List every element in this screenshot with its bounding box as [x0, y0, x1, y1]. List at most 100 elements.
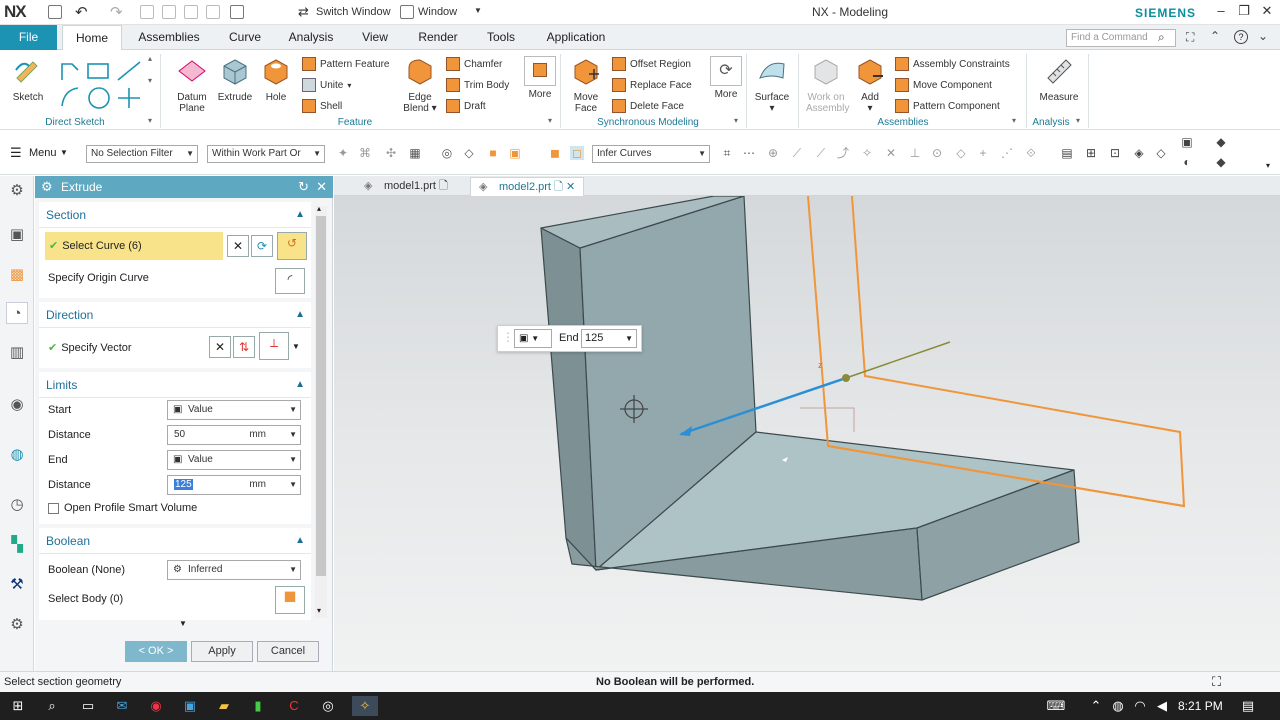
add-component-button[interactable]: Add ▾ [850, 56, 890, 114]
selection-scope-select[interactable]: Within Work Part Or ▼ [207, 145, 325, 163]
extrude-button[interactable]: Extrude [215, 56, 255, 103]
copy-icon[interactable] [162, 5, 176, 19]
chamfer-button[interactable]: Chamfer [446, 55, 509, 73]
sketch-button[interactable]: Sketch [8, 56, 48, 103]
work-on-assembly-button[interactable]: Work on Assembly [806, 56, 849, 114]
switch-window-button[interactable]: Switch Window [316, 6, 391, 18]
zoom-icon[interactable]: ⊡ [1108, 146, 1122, 160]
help-icon[interactable]: ? [1234, 30, 1248, 44]
end-option-select[interactable]: ▣ Value ▼ [167, 450, 301, 470]
shell-button[interactable]: Shell [302, 97, 389, 115]
boolean-header[interactable]: Boolean ▲ [39, 528, 311, 554]
more-snap-icon[interactable]: ⋯ [742, 146, 756, 160]
search-icon[interactable]: ⌕ [42, 696, 62, 716]
windows-start-icon[interactable]: ⊞ [8, 696, 28, 716]
store-icon[interactable]: ▣ [180, 696, 200, 716]
chrome-icon[interactable]: ◉ [146, 696, 166, 716]
chevron-down-icon[interactable]: ⌄ [1258, 29, 1268, 43]
curve-rule-select[interactable]: Infer Curves ▼ [592, 145, 710, 163]
start-distance-input[interactable]: 50 mm ▼ [167, 425, 301, 445]
select-type-icon[interactable]: ⌘ [358, 146, 372, 160]
close-icon[interactable]: ✕ [566, 181, 575, 193]
origin-curve-icon[interactable]: ◜ [275, 268, 305, 294]
trim-body-button[interactable]: Trim Body [446, 76, 509, 94]
chevron-down-icon[interactable]: ▼ [60, 148, 68, 157]
intersection-icon[interactable]: ✕ [884, 146, 898, 160]
minimize-button[interactable]: – [1212, 3, 1230, 21]
settings-icon[interactable]: ⚙ [6, 180, 28, 202]
limits-header[interactable]: Limits ▲ [39, 372, 311, 398]
scroll-down-icon[interactable]: ▾ [317, 606, 321, 615]
system-materials-icon[interactable]: ▚ [6, 534, 28, 556]
hd3d-tools-icon[interactable]: ◉ [6, 394, 28, 416]
curve-icon[interactable]: ↺ [277, 232, 307, 260]
cancel-button[interactable]: Cancel [257, 641, 319, 662]
ok-button[interactable]: < OK > [125, 641, 187, 662]
obs-icon[interactable]: ◎ [318, 696, 338, 716]
section-header[interactable]: Section ▲ [39, 202, 311, 228]
tab-curve[interactable]: Curve [220, 25, 270, 50]
draft-button[interactable]: Draft [446, 97, 509, 115]
point-icon[interactable]: ⊕ [766, 146, 780, 160]
menu-button[interactable]: Menu [29, 147, 57, 159]
deselect-icon[interactable]: ✕ [227, 235, 249, 257]
select-curve-row[interactable]: ✔ Select Curve (6) [45, 232, 223, 260]
tab-analysis[interactable]: Analysis [282, 25, 340, 50]
surface-button[interactable]: Surface ▾ [752, 56, 792, 114]
nx-taskbar-icon[interactable]: ✧ [352, 696, 378, 716]
face-point-icon[interactable]: ⟐ [1024, 146, 1038, 160]
wireframe-icon[interactable]: ◇ [1154, 146, 1168, 160]
render-style-icon[interactable]: ◐ [1180, 155, 1194, 169]
chevron-up-icon[interactable]: ▲ [295, 372, 305, 398]
mail-icon[interactable]: ✉ [112, 696, 132, 716]
scroll-thumb[interactable] [316, 216, 326, 576]
volume-icon[interactable]: ◀ [1152, 696, 1172, 716]
close-icon[interactable]: ✕ [316, 176, 327, 198]
reverse-direction-icon[interactable]: ⇅ [233, 336, 255, 358]
group-menu-icon[interactable]: ▾ [734, 116, 738, 125]
chevron-up-icon[interactable]: ▲ [295, 528, 305, 554]
file-explorer-icon[interactable]: ▰ [214, 696, 234, 716]
graphics-viewport[interactable]: ◈ model1.prt 🗋 ◈ model2.prt 🗋 ✕ z ⋮ ▣ ▼ En… [334, 176, 1280, 671]
chevron-up-icon[interactable]: ▲ [295, 302, 305, 328]
onscreen-input-box[interactable]: ⋮ ▣ ▼ End 125 ▼ [497, 325, 642, 352]
fit-view-icon[interactable]: ⊞ [1084, 146, 1098, 160]
window-menu[interactable]: Window [418, 6, 457, 18]
boolean-select[interactable]: ⚙ Inferred ▼ [167, 560, 301, 580]
web-browser-icon[interactable]: ◍ [6, 444, 28, 466]
chevron-down-icon[interactable]: ▼ [292, 342, 300, 351]
start-option-select[interactable]: ▣ Value ▼ [167, 400, 301, 420]
fullscreen-icon[interactable]: ⛶ [1212, 674, 1221, 690]
arc-center-icon[interactable]: ⊥ [908, 146, 922, 160]
gear-icon[interactable]: ⚙ [41, 176, 53, 198]
assembly-navigator-icon[interactable]: ▣ [6, 224, 28, 246]
quadrant-icon[interactable]: ◇ [954, 146, 968, 160]
origin-point[interactable] [842, 374, 850, 382]
selection-filter-select[interactable]: No Selection Filter ▼ [86, 145, 198, 163]
fullscreen-icon[interactable]: ⛶ [1186, 30, 1194, 45]
move-component-button[interactable]: Move Component [895, 76, 1010, 94]
input-indicator-icon[interactable]: ⌨ [1046, 696, 1066, 716]
reset-icon[interactable]: ↻ [298, 176, 309, 198]
cut-icon[interactable] [140, 5, 154, 19]
tray-chevron-icon[interactable]: ⌃ [1086, 696, 1106, 716]
network-icon[interactable]: ◍ [1108, 696, 1128, 716]
roles-icon[interactable]: ⚙ [6, 614, 28, 636]
mid-point-icon[interactable]: ⤴ [836, 146, 850, 160]
view-icon[interactable]: ▤ [1060, 146, 1074, 160]
pattern-component-button[interactable]: Pattern Component [895, 97, 1010, 115]
curve-point-icon[interactable]: ⋰ [1000, 146, 1014, 160]
tab-model1[interactable]: ◈ model1.prt 🗋 [356, 177, 456, 196]
tab-assemblies[interactable]: Assemblies [130, 25, 208, 50]
model-canvas[interactable]: z [334, 196, 1280, 671]
end-value-input[interactable]: 125 ▼ [581, 329, 637, 348]
database-icon[interactable]: ▮ [248, 696, 268, 716]
task-view-icon[interactable]: ▭ [78, 696, 98, 716]
select-body-icon[interactable]: ◼ [275, 586, 305, 614]
sync-more-button[interactable]: ⟳ More [706, 56, 746, 100]
group-menu-icon[interactable]: ▾ [1012, 116, 1016, 125]
chevron-down-icon[interactable]: ▼ [474, 6, 482, 15]
select-face-icon[interactable]: ◎ [440, 146, 454, 160]
delete-face-button[interactable]: Delete Face [612, 97, 692, 115]
history-icon[interactable]: ◷ [6, 494, 28, 516]
